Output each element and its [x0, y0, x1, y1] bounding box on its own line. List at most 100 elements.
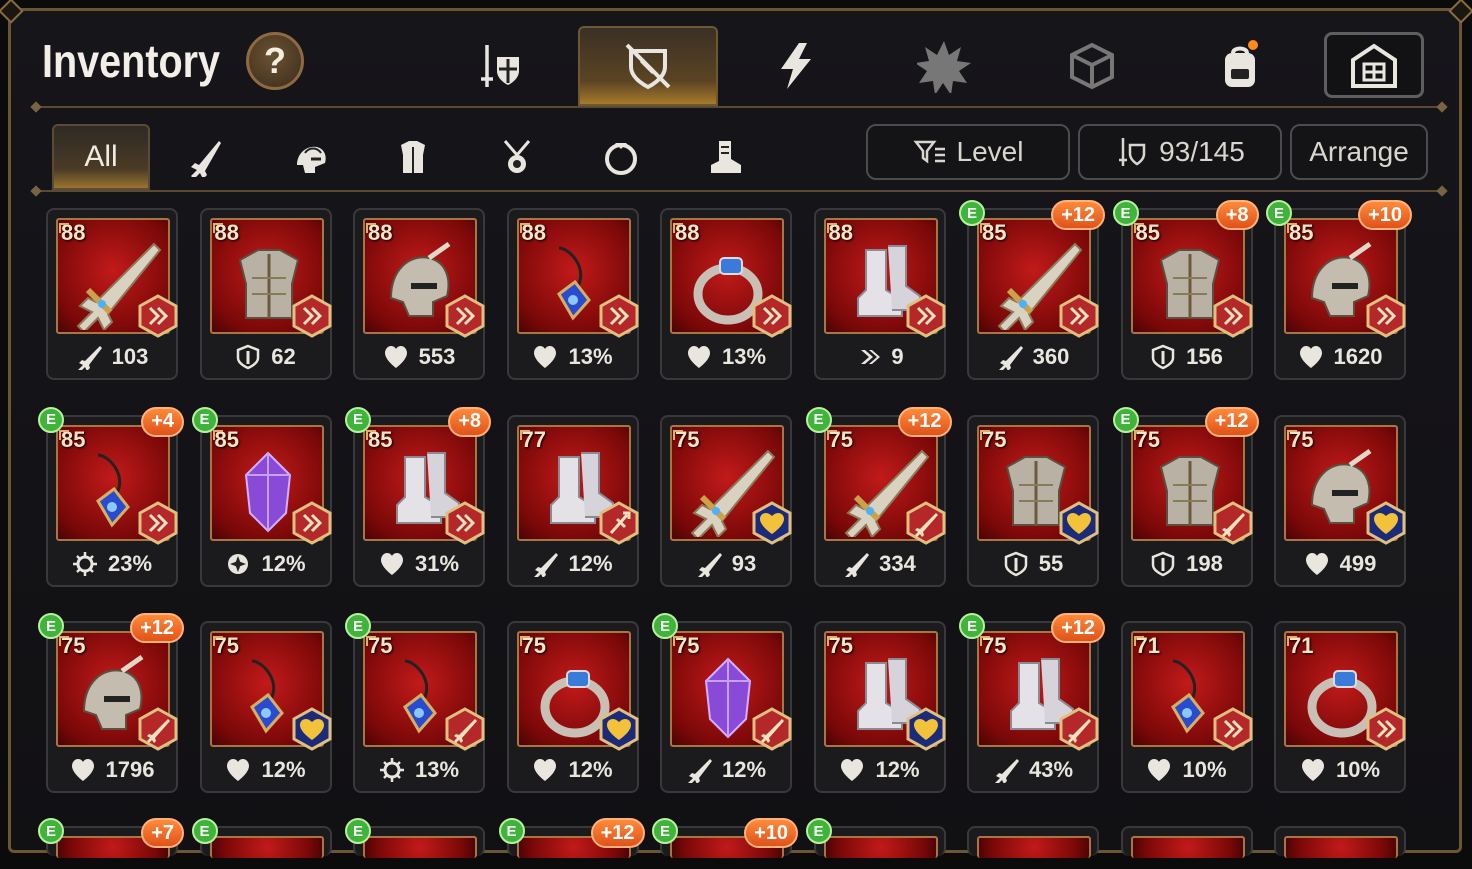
crit-icon — [72, 551, 97, 576]
set-badge — [1211, 500, 1255, 545]
item-stat-value: 553 — [418, 344, 456, 369]
inventory-item[interactable]: 85 156 +8 E — [1112, 200, 1259, 380]
equipped-badge: E — [498, 818, 525, 844]
sort-level-button[interactable]: Level — [866, 124, 1070, 180]
item-stat-value: 1620 — [1333, 344, 1383, 369]
inventory-item[interactable]: 75 12% E — [652, 613, 792, 793]
inventory-item[interactable] — [967, 826, 1099, 858]
category-tab-burst[interactable] — [874, 26, 1014, 106]
category-tab-lightning[interactable] — [726, 26, 866, 106]
category-tab-sword-shield[interactable] — [430, 26, 570, 106]
set-badge — [136, 294, 180, 338]
inventory-item[interactable]: 88 13% — [506, 208, 639, 380]
item-art — [209, 836, 324, 858]
inventory-item[interactable]: 85 1620 +10 E — [1266, 200, 1412, 380]
item-stat: 43% — [969, 753, 1097, 787]
item-stat: 334 — [816, 547, 944, 581]
inventory-item[interactable]: 88 13% — [660, 208, 792, 380]
equipped-badge: E — [38, 613, 64, 639]
inventory-item[interactable]: 85 23% +4 E — [38, 406, 184, 587]
hp-icon — [380, 552, 403, 575]
hp-icon — [227, 759, 250, 781]
item-stat: 12% — [509, 547, 637, 581]
inventory-item[interactable]: +12 E — [498, 818, 645, 858]
filter-tab-armor[interactable] — [364, 124, 462, 190]
inventory-item[interactable]: +7 E — [38, 818, 184, 858]
inventory-item[interactable]: 75 499 — [1274, 414, 1406, 587]
filter-tab-all[interactable]: All — [52, 124, 150, 190]
hp-icon — [1301, 759, 1324, 781]
inventory-item[interactable]: +10 E — [652, 818, 798, 858]
badge-arrow-icon — [1213, 707, 1252, 751]
category-tab-vault[interactable] — [1324, 32, 1424, 98]
item-art — [977, 836, 1091, 858]
inventory-item[interactable]: 77 12% — [506, 414, 639, 587]
inventory-item[interactable] — [1120, 826, 1253, 858]
item-stat: 9 — [816, 340, 944, 374]
inventory-item[interactable] — [1274, 826, 1406, 858]
enhance-level-badge: +10 — [1358, 200, 1412, 230]
inventory-item[interactable]: 88 9 — [813, 208, 946, 380]
item-stat: 23% — [48, 547, 176, 581]
filter-tab-helmet[interactable] — [260, 124, 358, 190]
inventory-item[interactable]: 75 198 +12 E — [1112, 406, 1259, 587]
inventory-item[interactable]: 88 103 — [46, 208, 178, 380]
badge-blade-icon — [138, 707, 178, 751]
filter-tab-weapon[interactable] — [156, 124, 254, 190]
set-badge — [904, 500, 948, 545]
inventory-item[interactable]: 75 43% +12 E — [959, 613, 1105, 793]
sort-label: Level — [956, 136, 1024, 167]
set-badge — [1211, 294, 1255, 338]
inventory-item[interactable]: 75 13% E — [345, 613, 485, 793]
inventory-item[interactable]: E — [345, 818, 485, 858]
item-stat: 12% — [202, 547, 330, 581]
help-button[interactable]: ? — [246, 32, 304, 90]
inventory-item[interactable]: 75 55 — [967, 414, 1099, 587]
filter-tab-amulet[interactable] — [468, 124, 566, 190]
defense-icon — [1151, 344, 1175, 370]
filter-tab-boots[interactable] — [676, 124, 774, 190]
badge-heart-icon — [599, 707, 638, 751]
item-stat: 12% — [509, 753, 637, 787]
filter-tab-ring[interactable] — [572, 124, 670, 190]
arrange-button[interactable]: Arrange — [1290, 124, 1428, 180]
badge-heart-icon — [1366, 500, 1406, 545]
equipped-badge: E — [1112, 406, 1139, 433]
inventory-item[interactable]: 85 31% +8 E — [345, 406, 491, 587]
enhance-level-badge: +12 — [897, 406, 952, 437]
enhance-level-badge: +12 — [1204, 406, 1259, 437]
item-stat-value: 43% — [1028, 757, 1074, 782]
inventory-item[interactable]: 88 62 — [199, 208, 332, 380]
item-art — [823, 836, 938, 858]
inventory-item[interactable]: 75 93 — [660, 414, 792, 587]
enhance-level-badge: +12 — [1051, 200, 1105, 230]
set-badge — [1057, 707, 1101, 751]
weapon-icon — [191, 141, 221, 177]
defense-icon — [237, 344, 260, 370]
inventory-item[interactable]: E — [805, 818, 946, 858]
inventory-item[interactable]: 75 334 +12 E — [805, 406, 952, 587]
enhance-level-badge: +7 — [141, 818, 184, 848]
inventory-item[interactable]: 71 10% — [1274, 621, 1406, 793]
inventory-item[interactable]: 85 12% E — [191, 406, 332, 587]
inventory-item[interactable]: 75 12% — [813, 621, 946, 793]
equipped-badge: E — [1266, 200, 1292, 226]
inventory-item[interactable]: 88 553 — [353, 208, 485, 380]
badge-arrow-icon — [138, 294, 178, 338]
inventory-item[interactable]: E — [191, 818, 332, 858]
inventory-item[interactable]: 85 360 +12 E — [959, 200, 1105, 380]
filter-sort-icon — [912, 140, 945, 164]
hp-icon — [1148, 759, 1171, 781]
category-tab-cube[interactable] — [1022, 26, 1162, 106]
enhance-level-badge: +10 — [744, 818, 798, 848]
item-stat: 13% — [662, 340, 790, 374]
category-tab-backpack[interactable] — [1170, 26, 1310, 106]
defense-icon — [1151, 551, 1175, 576]
inventory-item[interactable]: 75 12% — [199, 621, 332, 793]
category-tab-crossed-shield[interactable] — [578, 26, 718, 106]
inventory-item[interactable]: 75 1796 +12 E — [38, 613, 184, 793]
badge-arrow-icon — [1366, 707, 1406, 751]
badge-arrow-icon — [445, 500, 485, 545]
inventory-item[interactable]: 71 10% — [1120, 621, 1253, 793]
inventory-item[interactable]: 75 12% — [506, 621, 639, 793]
